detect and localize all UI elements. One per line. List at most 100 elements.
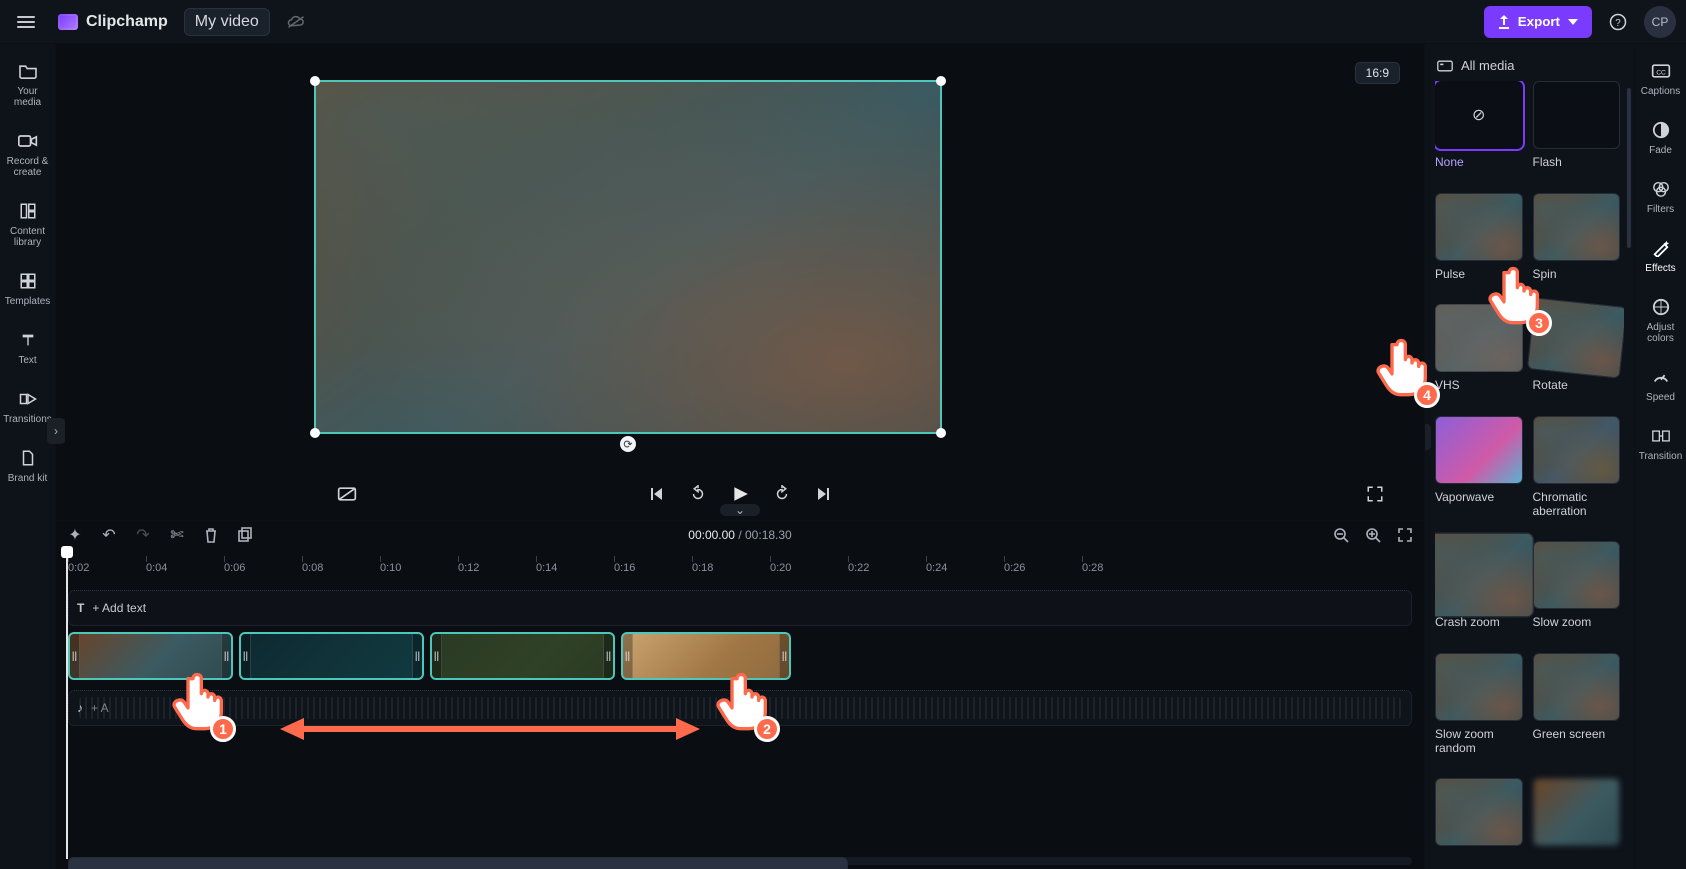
- scrollbar-thumb[interactable]: [68, 857, 848, 869]
- text-track[interactable]: T + Add text: [68, 590, 1412, 626]
- prop-captions[interactable]: CC Captions: [1635, 52, 1686, 105]
- nav-label: Record & create: [4, 156, 52, 178]
- tick-label: 0:18: [692, 562, 713, 574]
- nav-label: Content library: [4, 226, 52, 248]
- resize-handle-bl[interactable]: [310, 428, 320, 438]
- effect-spin[interactable]: Spin: [1533, 193, 1621, 295]
- prop-transition[interactable]: Transition: [1635, 417, 1686, 470]
- sync-icon[interactable]: [280, 6, 312, 38]
- chevron-down-icon[interactable]: ⌄: [720, 504, 760, 516]
- export-button[interactable]: Export: [1484, 6, 1592, 38]
- brandkit-icon: [17, 447, 39, 469]
- text-icon: [17, 329, 39, 351]
- effect-flash[interactable]: Flash: [1533, 81, 1621, 183]
- resize-handle-tr[interactable]: [936, 76, 946, 86]
- rotate-handle-icon[interactable]: ⟳: [620, 436, 636, 452]
- avatar-initials: CP: [1652, 15, 1669, 29]
- tick-label: 0:28: [1082, 562, 1103, 574]
- prop-label: Effects: [1645, 263, 1675, 274]
- zoom-in-icon[interactable]: [1362, 524, 1384, 546]
- prop-label: Transition: [1639, 451, 1683, 462]
- aspect-ratio-button[interactable]: 16:9: [1355, 62, 1400, 84]
- prop-label: Fade: [1649, 145, 1672, 156]
- effect-vaporwave[interactable]: Vaporwave: [1435, 416, 1523, 532]
- prop-effects[interactable]: Effects: [1635, 229, 1686, 282]
- tick-label: 0:06: [224, 562, 245, 574]
- timeline-scrollbar[interactable]: [68, 857, 1412, 865]
- brand-name: Clipchamp: [86, 13, 168, 31]
- playhead-knob[interactable]: [61, 546, 73, 558]
- nav-templates[interactable]: Templates: [0, 262, 56, 315]
- effect-thumb: [1533, 653, 1621, 721]
- prop-label: Filters: [1647, 204, 1674, 215]
- effect-none[interactable]: ⊘ None: [1435, 81, 1523, 183]
- video-canvas[interactable]: ⟳: [314, 80, 942, 434]
- prop-adjust-colors[interactable]: Adjust colors: [1635, 288, 1686, 352]
- svg-text:CC: CC: [1656, 69, 1666, 76]
- hamburger-menu-icon[interactable]: [10, 9, 42, 35]
- effect-more-2[interactable]: [1533, 778, 1621, 860]
- clip-trim-left[interactable]: ||: [432, 634, 442, 678]
- nav-label: Text: [18, 355, 36, 366]
- tutorial-pointer-4: 4: [1374, 338, 1430, 398]
- undo-icon[interactable]: ↶: [98, 524, 120, 546]
- tick-label: 0:10: [380, 562, 401, 574]
- delete-icon[interactable]: [200, 524, 222, 546]
- effect-chromatic-aberration[interactable]: Chromatic aberration: [1533, 416, 1621, 532]
- clip-2[interactable]: || ||: [239, 632, 424, 680]
- effect-thumb: [1533, 81, 1621, 149]
- zoom-out-icon[interactable]: [1330, 524, 1352, 546]
- clip-trim-left[interactable]: ||: [70, 634, 80, 678]
- resize-handle-tl[interactable]: [310, 76, 320, 86]
- effect-green-screen[interactable]: Green screen: [1533, 653, 1621, 769]
- clip-trim-right[interactable]: ||: [412, 634, 422, 678]
- effect-crash-zoom[interactable]: Crash zoom: [1435, 541, 1523, 643]
- effects-header[interactable]: All media: [1435, 54, 1624, 81]
- nav-text[interactable]: Text: [0, 321, 56, 374]
- help-icon[interactable]: ?: [1602, 6, 1634, 38]
- clip-trim-left[interactable]: ||: [241, 634, 251, 678]
- chevron-down-icon: [1568, 19, 1578, 25]
- prop-fade[interactable]: Fade: [1635, 111, 1686, 164]
- avatar[interactable]: CP: [1644, 6, 1676, 38]
- playhead[interactable]: [66, 548, 68, 859]
- split-icon[interactable]: ✄: [166, 524, 188, 546]
- effect-thumb: [1435, 533, 1533, 618]
- effect-thumb: [1435, 653, 1523, 721]
- add-text-starter[interactable]: T + Add text: [77, 601, 146, 615]
- nav-record-create[interactable]: Record & create: [0, 122, 56, 186]
- tick-label: 0:22: [848, 562, 869, 574]
- resize-handle-br[interactable]: [936, 428, 946, 438]
- timeline-collapse: ⌄: [56, 504, 1424, 516]
- clip-trim-right[interactable]: ||: [779, 634, 789, 678]
- prop-speed[interactable]: Speed: [1635, 358, 1686, 411]
- timeline-ruler[interactable]: 0:02 0:04 0:06 0:08 0:10 0:12 0:14 0:16 …: [56, 548, 1424, 574]
- effect-label: Chromatic aberration: [1533, 490, 1621, 518]
- effect-label: None: [1435, 155, 1523, 169]
- magic-icon[interactable]: ✦: [64, 524, 86, 546]
- effect-slow-zoom[interactable]: Slow zoom: [1533, 541, 1621, 643]
- fit-zoom-icon[interactable]: [1394, 524, 1416, 546]
- brand[interactable]: Clipchamp: [52, 11, 174, 33]
- redo-icon[interactable]: ↷: [132, 524, 154, 546]
- effect-more-1[interactable]: [1435, 778, 1523, 860]
- tutorial-pointer-2: 2: [714, 672, 770, 732]
- prop-filters[interactable]: Filters: [1635, 170, 1686, 223]
- effect-label: Slow zoom random: [1435, 727, 1523, 755]
- effect-thumb: [1533, 416, 1621, 484]
- effect-label: VHS: [1435, 378, 1523, 392]
- clip-trim-right[interactable]: ||: [603, 634, 613, 678]
- effects-collapse-icon[interactable]: ›: [1424, 424, 1431, 450]
- effect-slow-zoom-random[interactable]: Slow zoom random: [1435, 653, 1523, 769]
- nav-brand-kit[interactable]: Brand kit: [0, 439, 56, 492]
- nav-your-media[interactable]: Your media: [0, 52, 56, 116]
- upload-icon: [1498, 15, 1510, 29]
- duplicate-icon[interactable]: [234, 524, 256, 546]
- effects-grid: ⊘ None Flash Pulse Spin VHS Rotate Vapor…: [1435, 81, 1624, 860]
- clip-trim-left[interactable]: ||: [623, 634, 633, 678]
- effect-label: Green screen: [1533, 727, 1621, 741]
- nav-content-library[interactable]: Content library: [0, 192, 56, 256]
- effects-scrollbar[interactable]: [1627, 88, 1631, 248]
- clip-3[interactable]: || ||: [430, 632, 615, 680]
- project-title[interactable]: My video: [184, 8, 270, 36]
